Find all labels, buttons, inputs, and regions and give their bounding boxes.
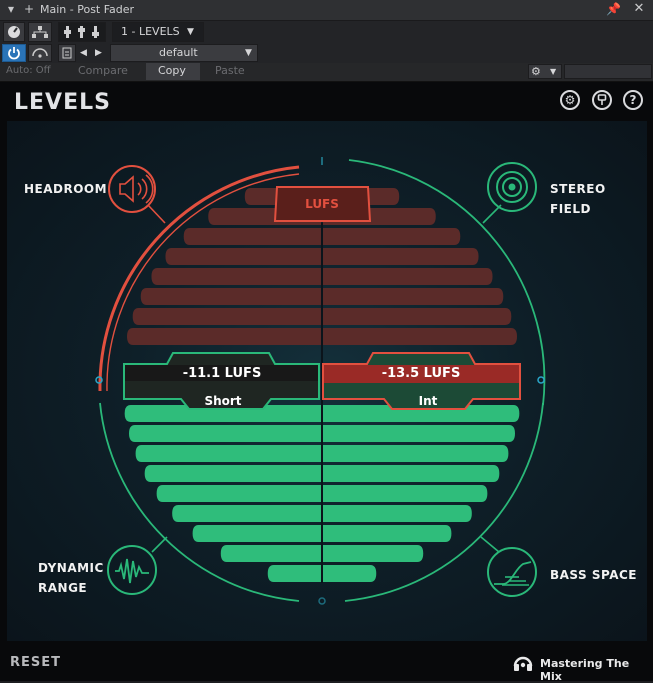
int-lufs-value: -13.5 LUFS bbox=[382, 366, 461, 381]
host-toolbar-row-1: 1 - LEVELS ▼ bbox=[0, 21, 653, 43]
pin-icon[interactable]: 📌 bbox=[606, 2, 621, 16]
upper-bar-right bbox=[323, 248, 479, 265]
lower-bar-left bbox=[267, 565, 321, 582]
lufs-center-label: LUFS bbox=[305, 197, 339, 211]
lower-bar-right bbox=[323, 485, 488, 502]
pin-plus-icon[interactable]: + bbox=[22, 2, 36, 16]
upper-bar-left bbox=[140, 288, 321, 305]
lower-bar-right bbox=[323, 425, 515, 442]
dynamic-range-icon[interactable] bbox=[107, 545, 157, 595]
fader-toggles-icon bbox=[64, 26, 99, 38]
prev-preset-icon[interactable]: ◀ bbox=[80, 45, 87, 61]
lower-bar-right bbox=[323, 565, 377, 582]
bass-space-icon[interactable] bbox=[487, 547, 537, 597]
routing-button[interactable] bbox=[28, 22, 52, 42]
headroom-connector bbox=[147, 204, 166, 224]
question-mark-icon: ? bbox=[629, 93, 637, 107]
window-title: Main - Post Fader bbox=[40, 3, 135, 16]
short-lufs-value: -11.1 LUFS bbox=[183, 366, 262, 381]
headphones-logo-icon bbox=[513, 656, 533, 671]
dial-icon bbox=[8, 26, 20, 38]
plugin-footer: RESET Mastering The Mix bbox=[0, 643, 653, 683]
lower-bar-right bbox=[323, 545, 424, 562]
plugin-title: LEVELS bbox=[14, 90, 111, 115]
host-settings-button[interactable]: ⚙ ▼ bbox=[528, 64, 562, 79]
lower-bar-left bbox=[172, 505, 321, 522]
headroom-icon[interactable] bbox=[108, 165, 156, 213]
host-extra-field[interactable] bbox=[564, 64, 652, 79]
upper-bar-right bbox=[323, 308, 512, 325]
stereo-field-icon[interactable] bbox=[487, 162, 537, 212]
meter-panel: LUFS -11.1 LUFS Short -13.5 LUFS Int HEA… bbox=[7, 121, 647, 641]
host-title-bar: ▾ + Main - Post Fader 📌 ✕ bbox=[0, 0, 653, 21]
brand-name: Mastering The Mix bbox=[540, 657, 630, 683]
automation-status: Auto: Off bbox=[6, 65, 51, 76]
collapse-arrow-icon[interactable]: ▾ bbox=[4, 2, 18, 16]
lower-bar-left bbox=[135, 445, 321, 462]
compare-button[interactable]: Compare bbox=[78, 63, 128, 79]
help-button[interactable]: ? bbox=[623, 90, 643, 110]
preset-file-button[interactable] bbox=[58, 44, 76, 62]
headroom-label[interactable]: HEADROOM bbox=[24, 179, 107, 199]
next-preset-icon[interactable]: ▶ bbox=[95, 45, 102, 61]
bass-connector bbox=[480, 536, 500, 553]
lower-bar-left bbox=[192, 525, 321, 542]
insert-name: 1 - LEVELS bbox=[121, 25, 180, 38]
settings-button[interactable]: ⚙ bbox=[560, 90, 580, 110]
key-icon bbox=[597, 94, 607, 105]
upper-bar-left bbox=[183, 228, 321, 245]
upper-bar-left bbox=[127, 328, 321, 345]
automation-icon bbox=[32, 48, 48, 58]
chevron-down-icon: ▼ bbox=[550, 67, 557, 76]
power-button[interactable] bbox=[2, 44, 26, 62]
copy-button[interactable]: Copy bbox=[146, 63, 200, 80]
upper-bar-left bbox=[132, 308, 321, 325]
lower-bar-right bbox=[323, 525, 452, 542]
chevron-down-icon: ▼ bbox=[187, 27, 194, 37]
preset-name: default bbox=[159, 46, 198, 59]
power-icon bbox=[8, 47, 20, 60]
right-node bbox=[537, 376, 545, 384]
bottom-node bbox=[318, 597, 326, 605]
upper-bar-left bbox=[165, 248, 321, 265]
levels-plugin: LEVELS ⚙ ? LUFS -11.1 LUFS Short -13.5 L… bbox=[0, 82, 653, 683]
host-toolbar-row-2: ◀ ▶ default ▼ bbox=[0, 43, 653, 63]
paste-button[interactable]: Paste bbox=[215, 63, 245, 79]
upper-bar-right bbox=[323, 328, 517, 345]
host-toolbar-row-3: Auto: Off Compare Copy Paste ⚙ ▼ bbox=[0, 63, 653, 82]
copy-label: Copy bbox=[158, 64, 186, 77]
lower-bar-left bbox=[144, 465, 321, 482]
insert-bypass-toggles[interactable] bbox=[58, 22, 106, 42]
routing-icon bbox=[32, 26, 48, 38]
int-label[interactable]: Int bbox=[419, 394, 438, 408]
short-label[interactable]: Short bbox=[204, 394, 241, 408]
upper-bar-right bbox=[323, 228, 461, 245]
dynamic-connector bbox=[151, 536, 168, 553]
file-icon bbox=[62, 47, 72, 59]
upper-bar-left bbox=[151, 268, 321, 285]
chevron-down-icon: ▼ bbox=[245, 48, 252, 58]
lower-bar-right bbox=[323, 505, 472, 522]
close-icon[interactable]: ✕ bbox=[632, 2, 646, 16]
reference-button[interactable] bbox=[592, 90, 612, 110]
stereo-field-label[interactable]: STEREO FIELD bbox=[550, 179, 647, 219]
automation-button[interactable] bbox=[28, 44, 52, 62]
bass-space-label[interactable]: BASS SPACE bbox=[550, 565, 637, 585]
gear-icon: ⚙ bbox=[531, 65, 541, 78]
lower-bar-right bbox=[323, 445, 509, 462]
upper-bar-right bbox=[323, 268, 493, 285]
reset-button[interactable]: RESET bbox=[10, 655, 61, 670]
upper-bar-right bbox=[323, 288, 504, 305]
lower-bar-left bbox=[129, 425, 321, 442]
lower-bar-right bbox=[323, 465, 500, 482]
lower-bar-left bbox=[220, 545, 321, 562]
gear-icon: ⚙ bbox=[564, 93, 576, 107]
insert-options-button[interactable] bbox=[3, 22, 25, 42]
dynamic-range-label-line2[interactable]: RANGE bbox=[38, 578, 87, 598]
dynamic-range-label-line1[interactable]: DYNAMIC bbox=[38, 558, 104, 578]
preset-dropdown[interactable]: default ▼ bbox=[110, 44, 258, 62]
lower-bar-left bbox=[156, 485, 321, 502]
insert-select-dropdown[interactable]: 1 - LEVELS ▼ bbox=[112, 22, 204, 42]
